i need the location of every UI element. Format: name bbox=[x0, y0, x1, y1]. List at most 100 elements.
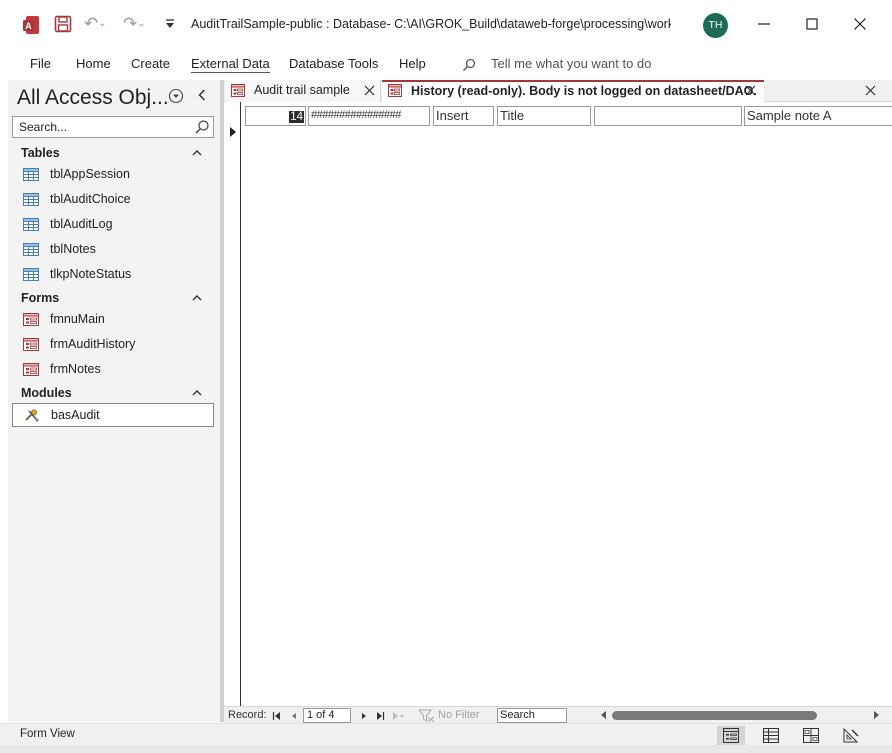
tell-me-input[interactable]: Tell me what you want to do bbox=[491, 56, 651, 71]
tab-home[interactable]: Home bbox=[76, 56, 111, 71]
document-tabs: Audit trail sample History (read-only). … bbox=[224, 80, 892, 102]
next-record-icon[interactable] bbox=[359, 711, 369, 721]
close-window-icon[interactable] bbox=[848, 12, 872, 36]
chevron-up-icon[interactable] bbox=[191, 292, 203, 304]
last-record-icon[interactable] bbox=[375, 711, 385, 721]
tab-database-tools[interactable]: Database Tools bbox=[289, 56, 378, 71]
module-icon bbox=[25, 409, 39, 422]
nav-item-frmaudithistory[interactable]: frmAuditHistory bbox=[12, 333, 214, 357]
previous-record-icon[interactable] bbox=[289, 711, 299, 721]
nav-pane-title[interactable]: All Access Obj... bbox=[17, 86, 169, 110]
nav-item-tblnotes[interactable]: tblNotes bbox=[12, 238, 214, 262]
status-bar: Form View bbox=[0, 723, 892, 745]
current-record-arrow-icon bbox=[230, 127, 236, 137]
tab-create[interactable]: Create bbox=[131, 56, 170, 71]
nav-item-label: tblAppSession bbox=[50, 167, 130, 181]
chevron-up-icon[interactable] bbox=[191, 147, 203, 159]
nav-item-fmnumain[interactable]: fmnuMain bbox=[12, 308, 214, 332]
record-search-input[interactable]: Search bbox=[497, 708, 567, 723]
audit-old-value-field[interactable] bbox=[594, 106, 742, 126]
nav-item-basaudit[interactable]: basAudit bbox=[12, 403, 214, 427]
title-bar: A ↶⌄ ↷⌄ AuditTrailSample-public : Databa… bbox=[0, 0, 892, 50]
form-view-icon bbox=[723, 728, 739, 743]
nav-item-tlkpnotestatus[interactable]: tlkpNoteStatus bbox=[12, 263, 214, 287]
save-icon[interactable] bbox=[54, 15, 72, 33]
form-icon bbox=[388, 84, 402, 97]
user-avatar[interactable]: TH bbox=[703, 13, 728, 38]
tab-audit-trail-sample[interactable]: Audit trail sample bbox=[225, 80, 381, 102]
document-area: Audit trail sample History (read-only). … bbox=[224, 80, 892, 722]
datasheet-view-icon bbox=[763, 728, 779, 743]
window-title: AuditTrailSample-public : Database- C:\A… bbox=[191, 17, 671, 31]
access-app-icon[interactable]: A bbox=[22, 15, 40, 35]
nav-item-label: tlkpNoteStatus bbox=[50, 267, 132, 281]
nav-item-label: basAudit bbox=[51, 408, 100, 422]
nav-item-tblauditlog[interactable]: tblAuditLog bbox=[12, 213, 214, 237]
record-navigation-bar: Record: 1 of 4 No Filter Search bbox=[224, 706, 892, 724]
audit-id-value: 14 bbox=[289, 111, 304, 123]
layout-view-icon bbox=[803, 728, 819, 743]
search-icon[interactable] bbox=[194, 119, 210, 135]
nav-search-placeholder: Search... bbox=[19, 120, 68, 134]
undo-icon[interactable]: ↶⌄ bbox=[84, 15, 114, 33]
form-icon bbox=[23, 363, 39, 376]
chevron-up-icon[interactable] bbox=[191, 387, 203, 399]
table-icon bbox=[23, 168, 39, 181]
scroll-left-icon[interactable] bbox=[599, 710, 609, 720]
new-record-icon[interactable] bbox=[391, 711, 405, 721]
collapse-pane-icon[interactable] bbox=[195, 87, 209, 103]
audit-date-field[interactable]: ################ bbox=[308, 106, 430, 126]
first-record-icon[interactable] bbox=[272, 711, 282, 721]
current-record-input[interactable]: 1 of 4 bbox=[303, 708, 351, 723]
nav-item-tblauditchoice[interactable]: tblAuditChoice bbox=[12, 188, 214, 212]
datasheet-view-button[interactable] bbox=[757, 726, 785, 745]
audit-fieldname-field[interactable]: Title bbox=[497, 106, 591, 126]
design-view-icon bbox=[843, 728, 859, 743]
ribbon-tabs: File Home Create External Data Database … bbox=[0, 50, 892, 78]
filter-icon[interactable] bbox=[418, 709, 436, 723]
form-view-button[interactable] bbox=[717, 726, 745, 745]
nav-item-label: tblAuditLog bbox=[50, 217, 113, 231]
nav-item-tblappsession[interactable]: tblAppSession bbox=[12, 163, 214, 187]
minimize-icon[interactable] bbox=[752, 12, 776, 36]
table-icon bbox=[23, 268, 39, 281]
audit-new-value-field[interactable]: Sample note A bbox=[744, 106, 892, 126]
table-icon bbox=[23, 218, 39, 231]
svg-text:A: A bbox=[25, 21, 32, 31]
status-text: Form View bbox=[20, 728, 75, 740]
nav-group-modules[interactable]: Modules bbox=[21, 386, 72, 400]
audit-action-field[interactable]: Insert bbox=[433, 106, 494, 126]
horizontal-scrollbar-thumb[interactable] bbox=[612, 711, 817, 720]
form-icon bbox=[23, 338, 39, 351]
no-filter-label[interactable]: No Filter bbox=[438, 709, 480, 721]
tab-external-data[interactable]: External Data bbox=[191, 56, 270, 73]
window-bottom-edge bbox=[0, 745, 892, 753]
tab-help[interactable]: Help bbox=[399, 56, 426, 71]
close-document-icon[interactable] bbox=[865, 85, 876, 96]
customize-toolbar-icon[interactable] bbox=[163, 17, 177, 31]
tab-label: History (read-only). Body is not logged … bbox=[411, 84, 757, 98]
nav-group-tables[interactable]: Tables bbox=[21, 146, 60, 160]
nav-item-label: frmAuditHistory bbox=[50, 337, 136, 351]
audit-id-field[interactable]: 14 bbox=[245, 106, 306, 126]
record-label: Record: bbox=[228, 709, 267, 721]
scroll-right-icon[interactable] bbox=[871, 710, 881, 720]
lightbulb-search-icon[interactable] bbox=[462, 58, 476, 72]
nav-group-forms[interactable]: Forms bbox=[21, 291, 59, 305]
table-icon bbox=[23, 193, 39, 206]
nav-search-input[interactable]: Search... bbox=[12, 116, 214, 138]
close-tab-icon[interactable] bbox=[364, 85, 375, 96]
tab-history[interactable]: History (read-only). Body is not logged … bbox=[382, 80, 764, 102]
redo-icon[interactable]: ↷⌄ bbox=[123, 15, 153, 33]
nav-menu-dropdown-icon[interactable] bbox=[168, 88, 184, 104]
design-view-button[interactable] bbox=[837, 726, 865, 745]
nav-item-label: tblNotes bbox=[50, 242, 96, 256]
nav-item-label: tblAuditChoice bbox=[50, 192, 131, 206]
tab-file[interactable]: File bbox=[30, 56, 51, 71]
horizontal-scrollbar[interactable] bbox=[612, 711, 874, 720]
nav-item-frmnotes[interactable]: frmNotes bbox=[12, 358, 214, 382]
maximize-icon[interactable] bbox=[800, 12, 824, 36]
close-tab-icon[interactable] bbox=[745, 85, 756, 96]
layout-view-button[interactable] bbox=[797, 726, 825, 745]
record-selector[interactable] bbox=[224, 102, 241, 722]
